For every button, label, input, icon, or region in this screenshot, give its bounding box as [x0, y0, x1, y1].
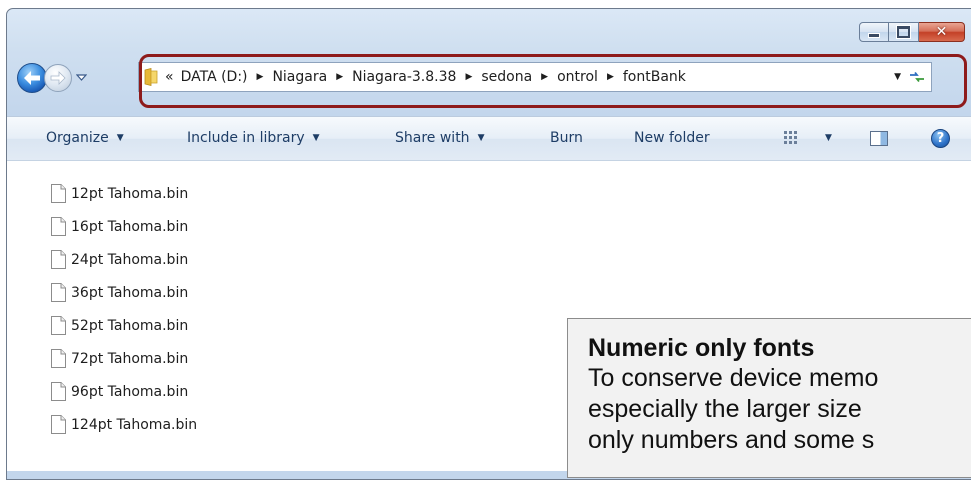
- burn-label: Burn: [550, 130, 583, 146]
- organize-label: Organize: [46, 130, 109, 146]
- file-icon: [51, 316, 66, 335]
- address-bar[interactable]: « DATA (D:) ▶ Niagara ▶ Niagara-3.8.38 ▶…: [138, 62, 932, 92]
- crumb-ontrol[interactable]: ontrol: [557, 69, 598, 85]
- preview-pane-icon[interactable]: [870, 131, 888, 146]
- file-icon: [51, 184, 66, 203]
- file-name: 96pt Tahoma.bin: [71, 383, 189, 400]
- file-name: 72pt Tahoma.bin: [71, 350, 189, 367]
- chevron-down-icon: ▼: [116, 133, 124, 143]
- file-list: 12pt Tahoma.bin 16pt Tahoma.bin 24pt Tah…: [51, 177, 197, 441]
- callout-text-line: To conserve device memo: [588, 364, 879, 392]
- address-history-dropdown[interactable]: ▼: [894, 72, 901, 82]
- file-item[interactable]: 16pt Tahoma.bin: [51, 210, 197, 243]
- command-bar: Organize ▼ Include in library ▼ Share wi…: [7, 116, 971, 161]
- crumb-drive[interactable]: DATA (D:): [181, 69, 248, 85]
- chevron-down-icon: [75, 74, 87, 81]
- callout-text-line: especially the larger size: [588, 395, 862, 423]
- burn-button[interactable]: Burn: [550, 130, 583, 146]
- file-item[interactable]: 52pt Tahoma.bin: [51, 309, 197, 342]
- file-icon: [51, 349, 66, 368]
- refresh-button[interactable]: [907, 68, 927, 86]
- close-button[interactable]: ✕: [919, 22, 965, 42]
- include-in-library-button[interactable]: Include in library ▼: [187, 130, 320, 146]
- annotation-callout: Numeric only fonts To conserve device me…: [567, 318, 971, 478]
- maximize-button[interactable]: [889, 22, 919, 42]
- crumb-separator-icon[interactable]: ▶: [465, 72, 472, 82]
- view-options-dropdown[interactable]: ▼: [825, 133, 832, 143]
- crumb-separator-icon[interactable]: ▶: [607, 72, 614, 82]
- file-icon: [51, 250, 66, 269]
- change-view-icon[interactable]: [783, 130, 799, 146]
- minimize-icon: [868, 33, 880, 38]
- crumb-separator-icon[interactable]: ▶: [336, 72, 343, 82]
- file-icon: [51, 283, 66, 302]
- file-item[interactable]: 36pt Tahoma.bin: [51, 276, 197, 309]
- chevron-down-icon: ▼: [312, 133, 320, 143]
- organize-button[interactable]: Organize ▼: [46, 130, 124, 146]
- file-item[interactable]: 12pt Tahoma.bin: [51, 177, 197, 210]
- file-icon: [51, 415, 66, 434]
- new-folder-label: New folder: [634, 130, 710, 146]
- recent-pages-button[interactable]: [75, 72, 87, 84]
- file-item[interactable]: 72pt Tahoma.bin: [51, 342, 197, 375]
- file-name: 36pt Tahoma.bin: [71, 284, 189, 301]
- callout-text-line: only numbers and some s: [588, 426, 875, 454]
- crumb-niagara-version[interactable]: Niagara-3.8.38: [352, 69, 456, 85]
- crumb-fontbank[interactable]: fontBank: [623, 69, 686, 85]
- callout-title: Numeric only fonts: [588, 334, 815, 362]
- crumb-separator-icon[interactable]: ▶: [541, 72, 548, 82]
- file-icon: [51, 382, 66, 401]
- file-name: 16pt Tahoma.bin: [71, 218, 189, 235]
- minimize-button[interactable]: [859, 22, 889, 42]
- close-icon: ✕: [935, 24, 948, 40]
- folder-icon: [144, 68, 158, 86]
- chevron-down-icon: ▼: [477, 133, 485, 143]
- caption-buttons: ✕: [859, 22, 965, 43]
- forward-button[interactable]: [44, 64, 72, 92]
- crumb-sedona[interactable]: sedona: [481, 69, 532, 85]
- refresh-icon: [910, 71, 924, 83]
- file-icon: [51, 217, 66, 236]
- include-in-library-label: Include in library: [187, 130, 305, 146]
- file-item[interactable]: 124pt Tahoma.bin: [51, 408, 197, 441]
- file-item[interactable]: 96pt Tahoma.bin: [51, 375, 197, 408]
- file-item[interactable]: 24pt Tahoma.bin: [51, 243, 197, 276]
- help-icon[interactable]: ?: [931, 129, 950, 148]
- back-button[interactable]: [17, 63, 47, 93]
- address-overflow-button[interactable]: «: [165, 69, 174, 85]
- file-name: 124pt Tahoma.bin: [71, 416, 198, 433]
- file-name: 12pt Tahoma.bin: [71, 185, 189, 202]
- arrow-left-icon: [24, 71, 40, 85]
- file-name: 52pt Tahoma.bin: [71, 317, 189, 334]
- crumb-niagara[interactable]: Niagara: [272, 69, 327, 85]
- crumb-separator-icon[interactable]: ▶: [257, 72, 264, 82]
- share-with-label: Share with: [395, 130, 470, 146]
- new-folder-button[interactable]: New folder: [634, 130, 710, 146]
- share-with-button[interactable]: Share with ▼: [395, 130, 484, 146]
- file-name: 24pt Tahoma.bin: [71, 251, 189, 268]
- arrow-right-icon: [50, 71, 66, 85]
- maximize-icon: [897, 26, 910, 38]
